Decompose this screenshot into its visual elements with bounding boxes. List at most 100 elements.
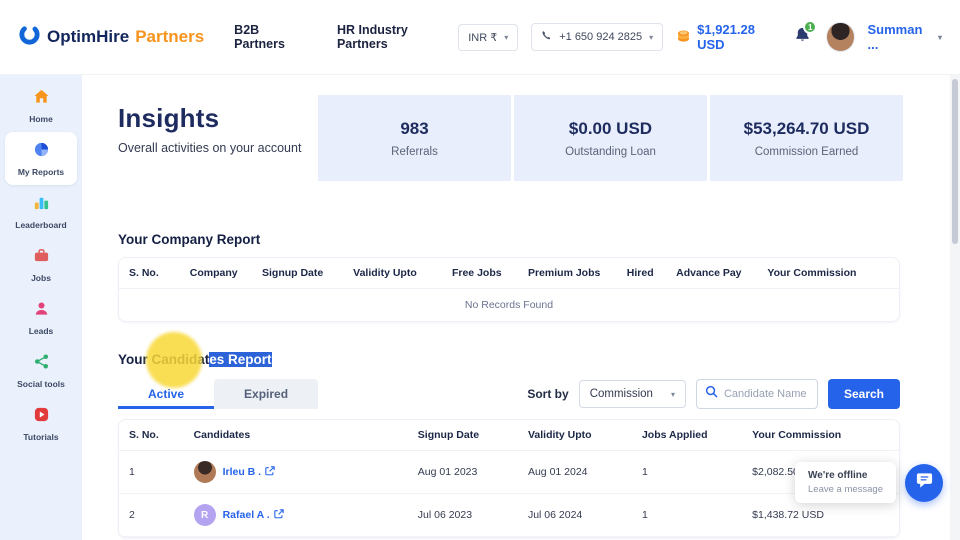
chevron-down-icon: ▾ [504,32,509,42]
sidebar-item-label: My Reports [17,166,65,177]
title-text: Your Candidat [118,352,210,367]
sidebar-item-label: Tutorials [23,431,59,442]
sidebar-item-label: Leaderboard [15,219,67,230]
column-header: Free Jobs [451,267,502,279]
tab-expired[interactable]: Expired [214,379,319,409]
column-header: S. No. [129,267,159,279]
sidebar-item-home[interactable]: Home [5,79,77,132]
stat-value: $53,264.70 USD [743,118,870,138]
candidate-avatar: R [193,504,216,526]
currency-select[interactable]: INR ₹ ▾ [458,23,519,51]
candidate-name: Rafael A . [222,509,270,521]
candidates-table-header: S. No. Candidates Signup Date Validity U… [119,420,899,451]
brand-logo[interactable]: OptimHire Partners [18,23,204,51]
column-header: S. No. [129,429,159,441]
page-subtitle: Overall activities on your account [118,141,302,155]
column-header: Hired [626,267,654,279]
chevron-down-icon: ▾ [937,32,942,42]
insights-section: Insights Overall activities on your acco… [82,75,950,210]
candidate-name-link[interactable]: Irleu B . [222,465,276,479]
candidates-report-title: Your Candidates Report [118,352,900,367]
scrollbar-thumb[interactable] [952,79,958,244]
phone-value: +1 650 924 2825 [559,31,643,43]
cell-s-no: 1 [129,466,135,478]
search-button[interactable]: Search [827,379,900,409]
stat-label: Outstanding Loan [565,145,656,158]
column-header: Candidates [193,429,251,441]
chat-message-text: Leave a message [808,484,883,495]
company-table-header: S. No. Company Signup Date Validity Upto… [119,258,899,289]
selected-text: es Report [209,352,272,367]
external-link-icon [273,508,284,522]
company-report-title: Your Company Report [118,232,261,247]
page-scrollbar[interactable] [950,75,960,540]
company-report-table: S. No. Company Signup Date Validity Upto… [118,257,900,322]
sidebar: Home My Reports Leaderboard Jobs Leads S… [0,75,82,540]
stat-value: 983 [400,118,429,138]
column-header: Your Commission [767,267,857,279]
user-menu[interactable]: Summan ... ▾ [868,22,942,52]
stats-row: 983 Referrals $0.00 USD Outstanding Loan… [318,95,903,181]
page-title: Insights [118,103,220,133]
stat-card-commission-earned: $53,264.70 USD Commission Earned [710,95,903,181]
notification-bell[interactable]: 1 [794,20,818,48]
column-header: Premium Jobs [527,267,601,279]
nav-link-hr-industry-partners[interactable]: HR Industry Partners [337,23,458,51]
top-navbar: OptimHire Partners B2B Partners HR Indus… [0,0,960,75]
chat-widget: We're offline Leave a message [795,462,943,503]
candidate-name: Irleu B . [222,466,262,478]
sidebar-item-jobs[interactable]: Jobs [5,238,77,291]
sidebar-item-social-tools[interactable]: Social tools [5,344,77,397]
candidate-search-input[interactable] [723,388,809,400]
tab-active[interactable]: Active [118,379,215,409]
home-icon [33,88,50,110]
candidates-tabs: Active Expired [118,379,319,409]
column-header: Signup Date [417,429,480,441]
column-header: Signup Date [261,267,324,279]
phone-select[interactable]: +1 650 924 2825 ▾ [531,23,664,51]
column-header: Company [189,267,238,279]
chat-button[interactable] [905,463,943,502]
stat-label: Referrals [391,145,438,158]
play-icon [33,406,50,428]
user-avatar[interactable] [826,22,855,52]
column-header: Your Commission [752,429,842,441]
search-icon [705,385,718,403]
cell-jobs-applied: 1 [641,466,648,478]
nav-link-b2b-partners[interactable]: B2B Partners [234,23,311,51]
sidebar-item-my-reports[interactable]: My Reports [5,132,77,185]
wallet-balance[interactable]: $1,921.28 USD [676,22,779,52]
cell-signup-date: Jul 06 2023 [417,509,473,521]
briefcase-icon [33,247,50,269]
stat-value: $0.00 USD [568,118,653,138]
candidate-name-link[interactable]: Rafael A . [222,508,284,522]
candidate-search-box[interactable] [695,379,818,409]
empty-state-text: No Records Found [464,299,554,311]
cell-validity-upto: Aug 01 2024 [527,466,588,478]
sort-by-label: Sort by [527,387,569,401]
chevron-down-icon: ▾ [649,32,654,42]
cell-validity-upto: Jul 06 2024 [527,509,583,521]
table-row: 1 Irleu B . Aug 01 2023 Aug 01 2024 1 $2… [119,451,899,494]
person-icon [33,300,50,322]
sidebar-item-label: Social tools [17,378,65,389]
pie-chart-icon [33,141,50,163]
sidebar-item-leaderboard[interactable]: Leaderboard [5,185,77,238]
sidebar-item-tutorials[interactable]: Tutorials [5,397,77,450]
candidate-avatar [193,461,216,483]
table-row: 2 R Rafael A . Jul 06 2023 Jul 06 2024 1… [119,494,899,537]
chat-tooltip[interactable]: We're offline Leave a message [795,462,896,503]
column-header: Validity Upto [353,267,417,279]
sort-select[interactable]: Commission ▾ [578,380,686,408]
cell-commission: $1,438.72 USD [752,509,824,521]
notification-badge: 1 [803,20,818,34]
main-nav: B2B Partners HR Industry Partners [234,23,458,51]
balance-amount: $1,921.28 USD [697,22,755,52]
brand-name-primary: OptimHire [47,27,130,46]
sidebar-item-label: Jobs [31,272,51,283]
sidebar-item-leads[interactable]: Leads [5,291,77,344]
external-link-icon [265,465,275,479]
chat-bubble-icon [915,471,934,495]
cell-signup-date: Aug 01 2023 [417,466,478,478]
candidates-table: S. No. Candidates Signup Date Validity U… [118,419,900,538]
